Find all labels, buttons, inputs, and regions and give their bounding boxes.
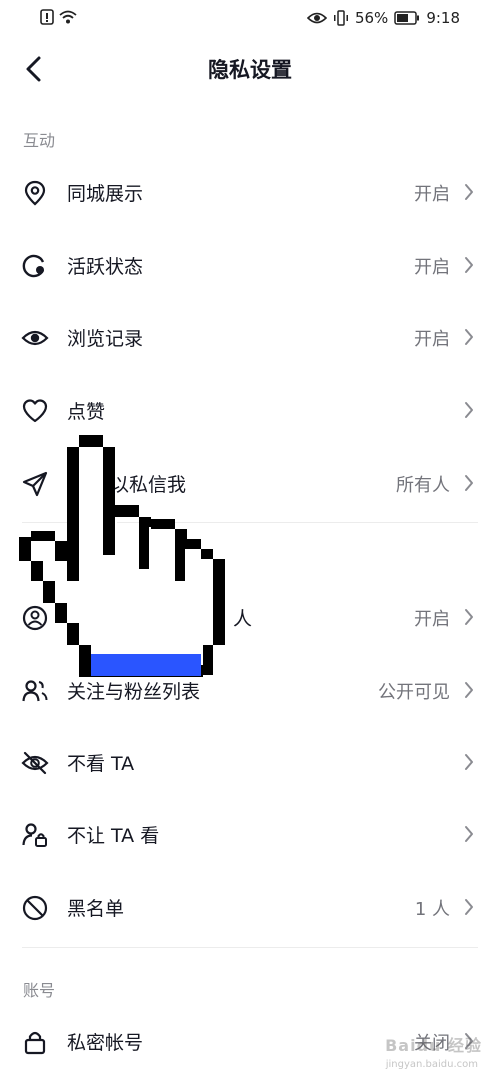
- eye-icon: [21, 330, 49, 346]
- setting-label: 点赞: [67, 401, 106, 423]
- chevron-right-icon: [465, 184, 473, 200]
- setting-label: 活跃状态: [67, 256, 144, 278]
- setting-row-hide-ta[interactable]: 不看 TA: [0, 725, 500, 797]
- setting-value: 公开可见: [378, 682, 450, 703]
- setting-value: 开启: [414, 329, 450, 350]
- section-label-interaction: 互动: [23, 131, 56, 150]
- setting-row-browse-history[interactable]: 浏览记录 开启: [0, 300, 500, 372]
- setting-value: 1 人: [414, 899, 450, 920]
- setting-value: 开启: [414, 184, 450, 205]
- active-status-icon: [22, 254, 45, 278]
- chevron-right-icon: [465, 475, 473, 491]
- users-icon: [22, 680, 48, 702]
- status-bar: 56% 9:18: [0, 0, 500, 38]
- status-left: [40, 9, 78, 25]
- section-label-account: 账号: [23, 981, 56, 1000]
- header: 隐私设置: [0, 40, 500, 100]
- setting-row-active-status[interactable]: 活跃状态 开启: [0, 228, 500, 300]
- chevron-right-icon: [465, 257, 473, 273]
- location-pin-icon: [24, 180, 46, 206]
- chevron-right-icon: [465, 899, 473, 915]
- lock-icon: [24, 1031, 46, 1055]
- cursor-cuff: [91, 654, 201, 676]
- setting-label: 不让 TA 看: [67, 825, 160, 847]
- section-divider: [22, 947, 478, 948]
- vibrate-icon: [333, 10, 348, 26]
- setting-row-block-ta[interactable]: 不让 TA 看: [0, 797, 500, 869]
- setting-label: 私密帐号: [67, 1032, 144, 1054]
- setting-label: 黑名单: [67, 898, 125, 920]
- status-right: 56% 9:18: [306, 9, 460, 27]
- alert-icon: [40, 9, 54, 25]
- block-icon: [22, 895, 48, 921]
- clock: 9:18: [426, 9, 460, 27]
- watermark-logo: Baidu 经验: [385, 1036, 482, 1055]
- user-lock-icon: [22, 823, 47, 847]
- setting-label: 关注与粉丝列表: [67, 681, 201, 703]
- pointing-hand-cursor-icon: [19, 435, 225, 677]
- chevron-right-icon: [465, 329, 473, 345]
- setting-row-blacklist[interactable]: 黑名单 1 人: [0, 870, 500, 942]
- setting-label: 同城展示: [67, 183, 144, 205]
- setting-value: 开启: [414, 609, 450, 630]
- setting-value: 所有人: [396, 475, 450, 496]
- eye-comfort-icon: [306, 12, 327, 24]
- setting-row-same-city[interactable]: 同城展示 开启: [0, 155, 500, 227]
- chevron-right-icon: [465, 609, 473, 625]
- setting-label: 浏览记录: [67, 328, 144, 350]
- heart-icon: [22, 399, 48, 423]
- battery-icon: [394, 11, 420, 25]
- chevron-right-icon: [465, 754, 473, 770]
- chevron-right-icon: [465, 826, 473, 842]
- wifi-icon: [59, 10, 77, 24]
- chevron-right-icon: [465, 682, 473, 698]
- setting-label: 不看 TA: [67, 753, 135, 775]
- battery-percent: 56%: [354, 9, 389, 27]
- watermark-url: jingyan.baidu.com: [385, 1059, 478, 1070]
- page-title: 隐私设置: [208, 58, 292, 82]
- setting-label: 人: [233, 608, 253, 630]
- setting-value: 开启: [414, 257, 450, 278]
- chevron-right-icon: [465, 402, 473, 418]
- eye-off-icon: [21, 751, 49, 775]
